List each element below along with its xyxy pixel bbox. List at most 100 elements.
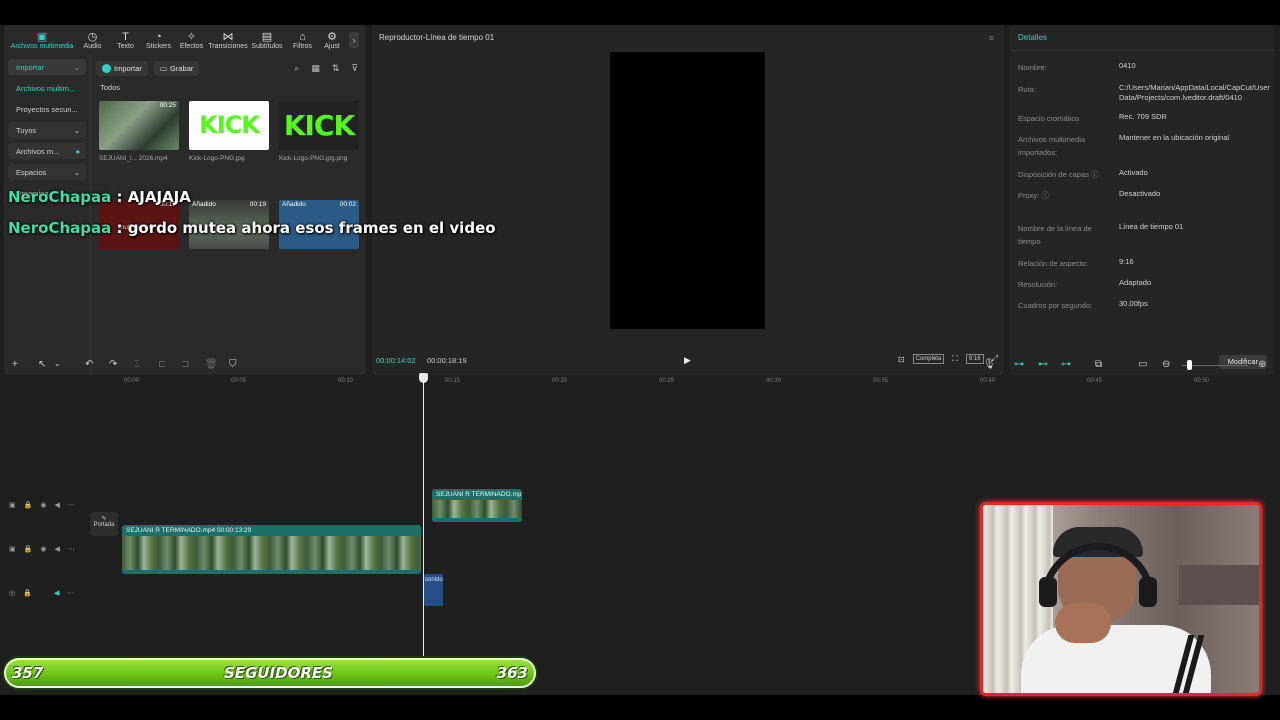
media-thumbnail: 00:25 (99, 101, 179, 150)
main-video-clip[interactable]: SEJUANI R TERMINADO.mp4 00:00:13:29 (122, 525, 421, 574)
eye-icon[interactable]: ◉ (40, 501, 46, 509)
tab-audio[interactable]: ◷ Audio (76, 27, 109, 53)
cover-button[interactable]: ✎ Portada (90, 512, 118, 536)
zoom-in-icon[interactable]: ⊕ (1258, 359, 1266, 370)
media-item[interactable]: KICK Kick-Logo-PNG.jpg.png (279, 101, 359, 162)
chevron-down-icon: ⌄ (73, 167, 80, 177)
sidebar-item-import[interactable]: Importar ⌄ (8, 59, 86, 75)
tab-media[interactable]: ▣ Archivos multimedia (8, 27, 76, 53)
details-panel: Detalles Nombre: 0410 Ruta: C:/Users/Maria… (1010, 25, 1274, 375)
audio-icon: ◷ (87, 31, 98, 43)
search-icon[interactable]: ⌕ (294, 63, 299, 74)
audio-clip[interactable]: sonido (424, 574, 443, 606)
tab-effects[interactable]: ✧ Efectos (175, 27, 208, 53)
divider (1010, 50, 1274, 51)
media-item[interactable]: 00:25 SEJUANI_l... 2026.mp4 (99, 101, 179, 162)
chat-message: NeroChapaa : gordo mutea ahora esos fram… (8, 219, 496, 237)
playhead-handle[interactable] (419, 373, 428, 383)
zoom-handle[interactable] (1187, 360, 1192, 370)
sort-icon[interactable]: ⇅ (332, 63, 340, 74)
transition-icon: ⋈ (222, 31, 234, 43)
more-icon[interactable]: ⋯ (68, 501, 75, 509)
preview-axis-icon[interactable]: ⧉ (1095, 359, 1102, 370)
media-sidebar: Importar ⌄ Archivos multim... Proyectos s… (8, 59, 86, 375)
zoom-out-icon[interactable]: ⊖ (1162, 359, 1170, 370)
split-icon[interactable]: ⌶ (134, 359, 140, 370)
filter-icon: ⌂ (299, 31, 306, 43)
record-button[interactable]: ▭ Grabar (153, 60, 200, 76)
chevron-down-icon: ⌄ (73, 125, 80, 135)
menu-icon[interactable]: ≡ (989, 33, 994, 43)
more-icon[interactable]: ⋯ (68, 545, 75, 553)
follower-count: 357 (12, 664, 44, 682)
track-controls: ▣ 🔒 ◉ ◀ ⋯ (9, 501, 75, 509)
clip-frames (122, 536, 421, 570)
media-header: Importar ▭ Grabar ⌕ ▦ ⇅ ⊽ (96, 60, 358, 76)
eye-icon[interactable]: ◉ (40, 545, 46, 553)
filter-all-label[interactable]: Todos (100, 83, 120, 92)
timeline-ruler[interactable]: 00:00 00:05 00:10 00:15 00:20 00:25 00:3… (122, 376, 1280, 388)
speaker-icon[interactable]: ◀ (54, 501, 59, 509)
media-icon: ▣ (36, 31, 48, 43)
player-panel: Reproductor-Línea de tiempo 01 ≡ 00:00:1… (372, 25, 1004, 375)
preview-canvas[interactable] (610, 52, 765, 329)
timeline-toolbar: + ↖ ⌄ ↶ ↷ ⌶ ⊏ ⊐ 🗑 ⛉ 🎙 ⊶ ⊷ ⊶ ⧉ ▭ ⊖ ⊕ (0, 355, 1280, 375)
undo-icon[interactable]: ↶ (85, 359, 93, 370)
cursor-icon[interactable]: ↖ (38, 359, 46, 370)
sidebar-item-yours[interactable]: Tuyos ⌄ (8, 122, 86, 138)
snap-icon[interactable]: ⊶ (1061, 359, 1071, 370)
sidebar-item-spaces[interactable]: Espacios ⌄ (8, 164, 86, 180)
lock-icon[interactable]: 🔒 (24, 501, 33, 509)
speaker-icon[interactable]: ◀ (54, 545, 59, 553)
lock-icon[interactable]: 🔒 (24, 545, 33, 553)
tab-adjust[interactable]: ⚙ Ajust (319, 27, 345, 53)
link-icon[interactable]: ⊶ (1014, 359, 1024, 370)
tab-subtitles[interactable]: ▤ Subtítulos (248, 27, 286, 53)
track-controls: ◎ 🔒 ◀ ⋯ (9, 589, 74, 597)
clip-frames (432, 500, 522, 518)
sticker-icon: ◔ (155, 31, 162, 43)
follower-goal-bar: 357 SEGUIDORES 363 (4, 658, 536, 688)
details-title: Detalles (1018, 33, 1047, 42)
trim-right-icon[interactable]: ⊐ (181, 359, 189, 370)
caption-icon[interactable]: ▭ (1138, 359, 1147, 370)
import-button[interactable]: Importar (96, 60, 148, 76)
divider (90, 55, 91, 375)
redo-icon[interactable]: ↷ (109, 359, 117, 370)
toggle-icon: ● (75, 146, 80, 156)
sidebar-item-media-library[interactable]: Archivos m... ● (8, 143, 86, 159)
sidebar-item-subprojects[interactable]: Proyectos secun... (8, 101, 86, 117)
speaker-icon[interactable]: ◀ (54, 589, 59, 597)
tab-stickers[interactable]: ◔ Stickers (142, 27, 175, 53)
add-icon[interactable]: + (12, 359, 18, 370)
tab-transitions[interactable]: ⋈ Transiciones (208, 27, 248, 53)
plus-icon (102, 63, 111, 73)
sidebar-item-media[interactable]: Archivos multim... (8, 80, 86, 96)
chat-message: NeroChapaa : AJAJAJA (8, 188, 191, 206)
chevron-down-icon[interactable]: ⌄ (54, 359, 61, 368)
shield-icon[interactable]: ⛉ (229, 359, 237, 370)
tab-text[interactable]: T Texto (109, 27, 142, 53)
effects-icon: ✧ (186, 31, 197, 43)
player-title: Reproductor-Línea de tiempo 01 (379, 33, 495, 42)
tab-filters[interactable]: ⌂ Filtros (286, 27, 319, 53)
trim-left-icon[interactable]: ⊏ (158, 359, 166, 370)
subtitle-icon: ▤ (261, 31, 273, 43)
magnet-icon[interactable]: ⊷ (1038, 359, 1048, 370)
overlay-clip[interactable]: SEJUANI R TERMINADO.mp (432, 489, 522, 522)
lock-icon[interactable]: 🔒 (23, 589, 32, 597)
top-toolbar: ▣ Archivos multimedia ◷ Audio T Texto ◔ Stic… (4, 25, 366, 53)
follower-label: SEGUIDORES (224, 664, 333, 682)
kick-logo: KICK (189, 101, 269, 150)
track-type-icon: ▣ (9, 546, 16, 553)
grid-view-icon[interactable]: ▦ (311, 63, 320, 74)
delete-icon[interactable]: 🗑 (205, 359, 218, 370)
playhead[interactable] (423, 373, 424, 663)
chevron-right-icon[interactable]: › (349, 32, 359, 48)
text-icon: T (122, 31, 129, 43)
microphone-icon[interactable]: 🎙 (983, 359, 996, 370)
more-icon[interactable]: ⋯ (67, 589, 74, 597)
media-item[interactable]: KICK Kick-Logo-PNG.jpg (189, 101, 269, 162)
kick-logo: KICK (279, 101, 359, 150)
filter-icon[interactable]: ⊽ (351, 63, 358, 74)
